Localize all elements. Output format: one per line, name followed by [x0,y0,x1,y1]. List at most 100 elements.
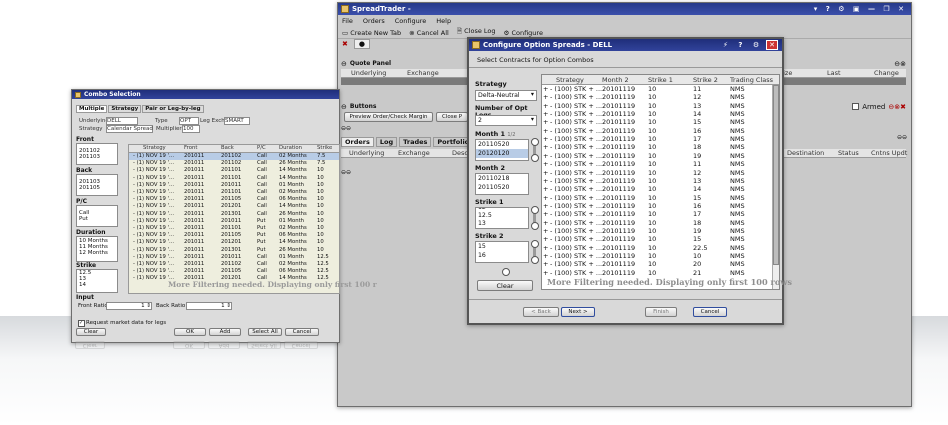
table-row[interactable]: - (1) NOV 19 '... 201011 201101 Call 02 Mont… [129,189,339,196]
table-row[interactable]: + - (100) STK + ... 20101119 10 12 NMS [542,169,773,178]
add-button[interactable]: Add [209,328,241,336]
table-row[interactable]: + - (100) STK + ... 20101119 10 16 NMS [542,127,773,136]
tab-multiple[interactable]: Multiple [76,105,108,113]
list-item[interactable]: 20110218 [476,174,528,183]
expand-icon[interactable]: + [543,93,548,101]
quote-col-underlying[interactable]: Underlying [351,69,386,77]
list-item[interactable]: 201105 [77,185,117,191]
collapse-icon[interactable]: ⊖ [341,60,347,68]
table-row[interactable]: - (1) NOV 19 '... 201011 201011 Call 01 Mont… [129,254,339,261]
list-item[interactable]: 20120120 [476,149,528,158]
strategy-select[interactable]: Calendar Spread [106,125,153,133]
orders-col-underlying[interactable]: Underlying [349,149,384,157]
table-row[interactable]: + - (100) STK + ... 20101119 10 13 NMS [542,177,773,186]
month1-slider-knob[interactable] [531,138,539,146]
combo-col-front[interactable]: Front [184,145,197,151]
expand-icon[interactable]: + [543,102,548,110]
table-row[interactable]: - (1) NOV 19 '... 201011 201101 Call 14 Mont… [129,175,339,182]
finish-button[interactable]: Finish [645,307,677,317]
table-row[interactable]: + - (100) STK + ... 20101119 10 15 NMS [542,118,773,127]
panel-resize-handle[interactable] [502,268,510,276]
list-item[interactable]: 15 [476,242,528,251]
expand-icon[interactable]: + [543,143,548,151]
armed-checkbox[interactable] [852,103,860,110]
table-row[interactable]: - (1) NOV 19 '... 201011 201105 Put 06 Month… [129,232,339,239]
table-row[interactable]: + - (100) STK + ... 20101119 10 18 NMS [542,219,773,228]
table-row[interactable]: - (1) NOV 19 '... 201011 201201 Put 14 Month… [129,239,339,246]
list-item[interactable]: 14 [77,282,117,288]
table-row[interactable]: + - (100) STK + ... 20101119 10 20 NMS [542,260,773,269]
orders-col-exchange[interactable]: Exchange [398,149,430,157]
table-row[interactable]: - (1) NOV 19 '... 201011 201301 Put 26 Month… [129,247,339,254]
close-icon[interactable]: ✕ [766,40,778,50]
table-row[interactable]: - (1) NOV 19 '... 201011 201102 Call 02 Mont… [129,261,339,268]
table-row[interactable]: - (1) NOV 19 '... 201011 201011 Put 01 Month… [129,218,339,225]
table-row[interactable]: + - (100) STK + ... 20101119 10 15 NMS [542,235,773,244]
filter-back-list[interactable]: 201103 201105 [76,174,118,196]
table-row[interactable]: + - (100) STK + ... 20101119 10 17 NMS [542,135,773,144]
table-row[interactable]: - (1) NOV 19 '... 201011 201102 Call 26 Mont… [129,160,339,167]
strike1-list[interactable]: 12 12.5 13 [475,207,529,229]
expand-icon[interactable]: + [543,85,548,93]
scrollbar-thumb[interactable] [773,85,779,265]
expand-icon[interactable]: + [543,202,548,210]
tab-strategy[interactable]: Strategy [108,105,142,113]
page-tab[interactable]: ● [353,39,370,49]
quote-col-exchange[interactable]: Exchange [407,69,439,77]
col-month2[interactable]: Month 2 [602,76,629,84]
expand-icon[interactable]: + [543,118,548,126]
list-item[interactable]: 20110520 [476,140,528,149]
panel-controls-icon[interactable]: ⊖⊗ [894,60,906,68]
underlying-input[interactable]: DELL [106,117,138,125]
next-button[interactable]: Next > [561,307,595,317]
expand-icon[interactable]: + [543,244,548,252]
menu-configure[interactable]: Configure [395,17,427,25]
table-row[interactable]: + - (100) STK + ... 20101119 10 10 NMS [542,252,773,261]
table-row[interactable]: + - (100) STK + ... 20101119 10 17 NMS [542,210,773,219]
table-row[interactable]: + - (100) STK + ... 20101119 10 19 NMS [542,227,773,236]
table-row[interactable]: - (1) NOV 19 '... 201011 201102 Call 02 Mont… [129,153,339,160]
filter-strike-list[interactable]: 12.5 13 14 [76,269,118,293]
quote-col-change[interactable]: Change [874,69,899,77]
orders-col-cntns[interactable]: Cntns Updt [871,149,907,157]
month1-slider-knob[interactable] [531,154,539,162]
list-item[interactable]: 13 [476,220,528,227]
combo-col-back[interactable]: Back [221,145,234,151]
combo-col-pc[interactable]: P/C [257,145,266,151]
combo-col-strike[interactable]: Strike [317,145,332,151]
table-row[interactable]: + - (100) STK + ... 20101119 10 18 NMS [542,143,773,152]
month2-list[interactable]: 20110218 20110520 [475,173,529,195]
cancel-button[interactable]: Cancel [285,328,319,336]
request-checkbox[interactable]: ✓ [78,320,85,327]
list-item[interactable]: 16 [476,251,528,260]
expand-icon[interactable]: + [543,160,548,168]
filter-pc-list[interactable]: Call Put [76,205,118,227]
expand-icon[interactable]: + [543,227,548,235]
menu-help[interactable]: Help [436,17,451,25]
list-item[interactable]: 12 Months [77,250,117,256]
menu-orders[interactable]: Orders [363,17,385,25]
preview-order-button[interactable]: Preview Order/Check Margin [344,112,433,122]
orders-col-desc[interactable]: Desc [452,149,468,157]
list-item[interactable]: 12.5 [476,211,528,220]
divider-handle[interactable]: ⊖⊖ [341,125,351,132]
filter-front-list[interactable]: 201102 201103 [76,143,118,165]
select-all-button[interactable]: Select All [248,328,282,336]
tab-trades[interactable]: Trades [399,137,432,147]
collapse-icon[interactable]: ⊖ [341,103,347,111]
table-row[interactable]: + - (100) STK + ... 20101119 10 11 NMS [542,160,773,169]
table-row[interactable]: + - (100) STK + ... 20101119 10 16 NMS [542,202,773,211]
close-page-icon[interactable]: ✖ [342,40,348,48]
strike2-slider-knob[interactable] [531,240,539,248]
panel-controls-icon[interactable]: ⊖⊗✖ [888,103,906,111]
table-row[interactable]: + - (100) STK + ... 20101119 10 19 NMS [542,152,773,161]
table-row[interactable]: + - (100) STK + ... 20101119 10 15 NMS [542,194,773,203]
month1-list[interactable]: 20110520 20120120 [475,139,529,161]
expand-icon[interactable]: + [543,127,548,135]
numlegs-select[interactable]: 2 ▾ [475,115,537,126]
expand-icon[interactable]: + [543,252,548,260]
cancel-all-button[interactable]: ⊗ Cancel All [409,29,449,37]
back-button[interactable]: < Back [523,307,559,317]
strike1-slider-knob[interactable] [531,206,539,214]
col-strike2[interactable]: Strike 2 [693,76,718,84]
